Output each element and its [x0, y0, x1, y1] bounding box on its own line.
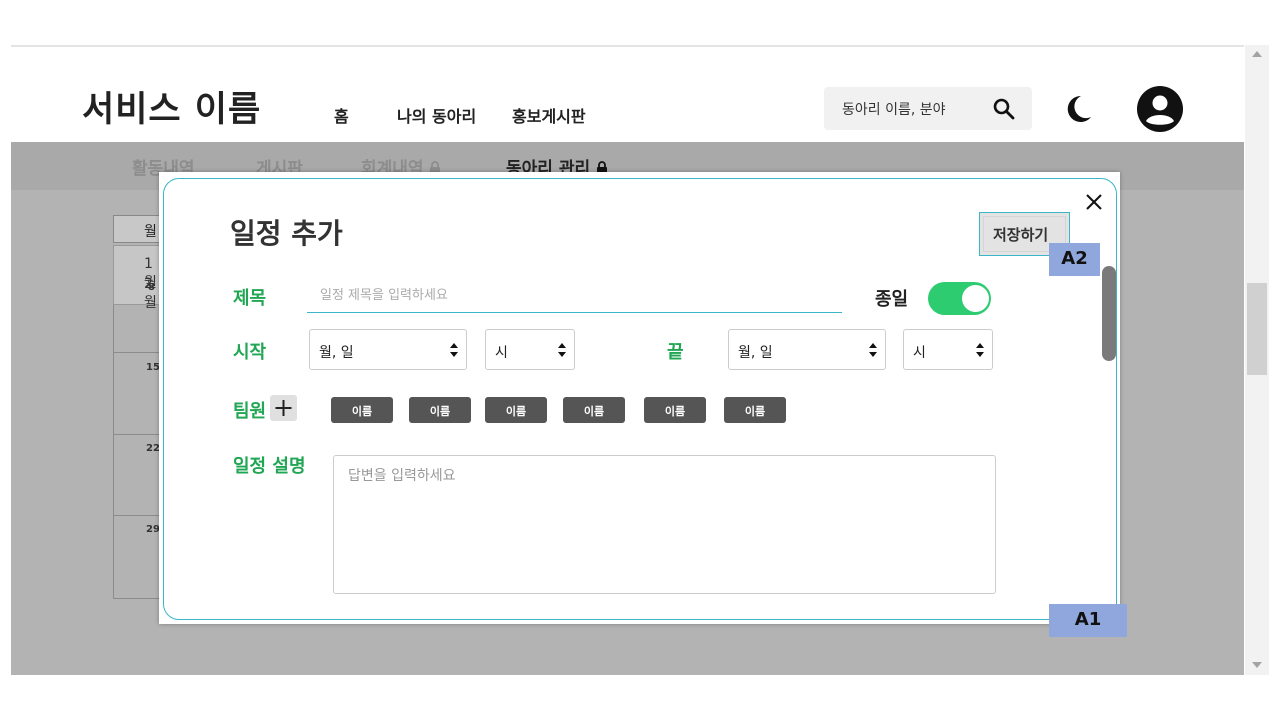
nav-promo-board[interactable]: 홍보게시판: [512, 103, 586, 127]
nav-my-clubs[interactable]: 나의 동아리: [397, 103, 476, 127]
scroll-down-arrow-icon[interactable]: [1252, 662, 1262, 668]
search-input[interactable]: 동아리 이름, 분야: [824, 87, 1032, 130]
members-label: 팀원: [233, 401, 267, 422]
dark-mode-moon-icon[interactable]: [1061, 92, 1095, 130]
end-label: 끝: [667, 342, 684, 363]
start-hour-value: 시: [495, 345, 508, 361]
modal-title: 일정 추가: [230, 217, 343, 250]
page-scrollbar[interactable]: [1245, 45, 1269, 675]
profile-icon[interactable]: [1136, 85, 1184, 137]
member-chip[interactable]: 이름: [724, 397, 786, 423]
add-member-button[interactable]: [270, 395, 297, 421]
start-date-value: 월, 일: [319, 345, 354, 361]
start-date-select[interactable]: 월, 일: [309, 329, 467, 370]
calendar-day[interactable]: 15: [146, 362, 160, 373]
callout-a1: A1: [1049, 604, 1127, 637]
calendar-day[interactable]: 8: [148, 282, 155, 293]
nav-home[interactable]: 홈: [334, 103, 349, 127]
end-date-select[interactable]: 월, 일: [728, 329, 886, 370]
member-chip[interactable]: 이름: [485, 397, 547, 423]
service-name[interactable]: 서비스 이름: [82, 81, 261, 132]
allday-toggle[interactable]: [928, 282, 991, 315]
end-hour-select[interactable]: 시: [903, 329, 993, 370]
description-placeholder: 답변을 입력하세요: [348, 468, 456, 484]
member-chip[interactable]: 이름: [409, 397, 471, 423]
end-date-value: 월, 일: [738, 345, 773, 361]
spinner-icon: [976, 343, 984, 357]
month-dropdown-list: 1월 2월: [113, 245, 163, 311]
close-icon[interactable]: [1084, 192, 1104, 212]
scroll-up-arrow-icon[interactable]: [1252, 51, 1262, 57]
search-icon[interactable]: [992, 97, 1016, 125]
end-hour-value: 시: [913, 345, 926, 361]
member-chip[interactable]: 이름: [563, 397, 625, 423]
modal-scroll-thumb[interactable]: [1102, 266, 1116, 361]
member-chip[interactable]: 이름: [644, 397, 706, 423]
title-input-underline: [307, 312, 842, 313]
toggle-knob: [962, 285, 989, 312]
description-textarea[interactable]: 답변을 입력하세요: [333, 455, 996, 594]
spinner-icon: [869, 343, 877, 357]
allday-label: 종일: [875, 289, 909, 310]
add-schedule-modal: 일정 추가 저장하기 A2 제목 일정 제목을 입력하세요 종일 시작 월, 일…: [159, 172, 1120, 624]
spinner-icon: [450, 343, 458, 357]
start-hour-select[interactable]: 시: [485, 329, 575, 370]
title-label: 제목: [233, 288, 267, 309]
title-input[interactable]: 일정 제목을 입력하세요: [320, 284, 448, 303]
description-label: 일정 설명: [233, 456, 306, 477]
callout-a2: A2: [1049, 243, 1100, 276]
calendar-day[interactable]: 22: [146, 443, 160, 454]
calendar-day[interactable]: 29: [146, 524, 160, 535]
plus-icon: [275, 400, 292, 416]
start-label: 시작: [233, 342, 267, 363]
search-placeholder: 동아리 이름, 분야: [842, 102, 946, 118]
spinner-icon: [558, 343, 566, 357]
member-chip[interactable]: 이름: [331, 397, 393, 423]
page-scroll-thumb[interactable]: [1247, 283, 1267, 375]
save-button-label: 저장하기: [993, 226, 1049, 244]
month-select[interactable]: 월: [113, 215, 161, 243]
